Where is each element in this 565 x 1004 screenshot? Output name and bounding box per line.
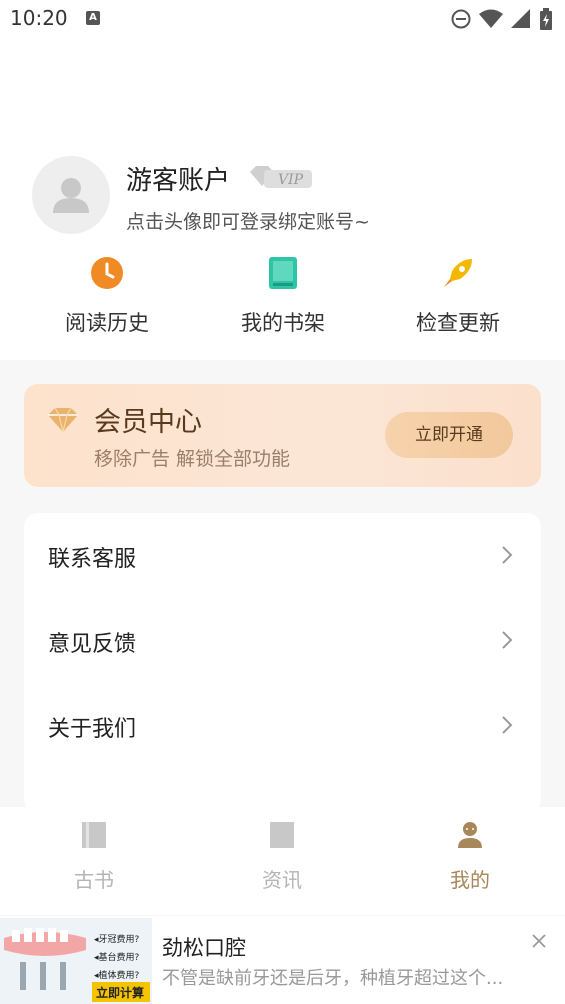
- activate-now-button[interactable]: 立即开通: [385, 412, 513, 458]
- rocket-icon: [440, 255, 476, 291]
- vip-label: VIP: [278, 172, 304, 188]
- status-time: 10:20: [10, 6, 68, 30]
- diamond-icon: [48, 407, 78, 433]
- menu-item-label: 意见反馈: [48, 632, 137, 657]
- chevron-right-icon: [502, 631, 513, 649]
- menu-item-contact-service[interactable]: 联系客服: [24, 513, 541, 598]
- ad-description[interactable]: 不管是缺前牙还是后牙，种植牙超过这个...: [162, 964, 532, 990]
- tab-label: 我的: [450, 868, 490, 892]
- chevron-right-icon: [502, 546, 513, 564]
- check-update-label: 检查更新: [416, 311, 500, 335]
- book-icon: [80, 820, 108, 850]
- ad-title[interactable]: 劲松口腔: [162, 932, 246, 962]
- tab-label: 古书: [74, 868, 114, 892]
- menu-item-feedback[interactable]: 意见反馈: [24, 598, 541, 683]
- bookshelf-label: 我的书架: [241, 311, 325, 335]
- vip-badge: VIP: [248, 164, 314, 190]
- chevron-right-icon: [502, 716, 513, 734]
- close-icon[interactable]: [530, 932, 548, 950]
- tab-news[interactable]: 资讯: [222, 820, 342, 893]
- news-icon: [268, 820, 296, 850]
- dnd-icon: [451, 9, 471, 29]
- tab-mine[interactable]: 我的: [410, 820, 530, 893]
- member-subtitle: 移除广告 解锁全部功能: [94, 448, 291, 470]
- user-avatar-icon: [53, 178, 89, 213]
- status-icons: [451, 8, 553, 30]
- reading-history-button[interactable]: 阅读历史: [17, 255, 197, 337]
- login-hint: 点击头像即可登录绑定账号~: [126, 211, 370, 233]
- reading-history-label: 阅读历史: [65, 311, 149, 335]
- menu-item-label: 关于我们: [48, 717, 137, 742]
- wifi-icon: [479, 9, 503, 28]
- menu-item-about-us[interactable]: 关于我们: [24, 683, 541, 768]
- ad-image[interactable]: ◂牙冠费用? ◂基台费用? ◂植体费用? 立即计算: [0, 918, 152, 1004]
- clock-icon: [89, 255, 125, 291]
- user-icon: [456, 820, 484, 850]
- tab-label: 资讯: [262, 868, 302, 892]
- notification-a-icon: A: [86, 11, 100, 25]
- ad-image-line: ◂牙冠费用?: [94, 933, 140, 945]
- username[interactable]: 游客账户: [126, 160, 230, 197]
- settings-menu: 联系客服 意见反馈 关于我们 设置: [24, 513, 541, 813]
- member-center-card[interactable]: 会员中心 移除广告 解锁全部功能 立即开通: [24, 384, 541, 487]
- signal-icon: [511, 9, 530, 28]
- ad-image-line: ◂植体费用?: [94, 969, 140, 981]
- member-title: 会员中心: [94, 407, 202, 438]
- menu-item-label: 联系客服: [48, 547, 137, 572]
- tab-ancient-books[interactable]: 古书: [34, 820, 154, 893]
- avatar[interactable]: [32, 156, 110, 234]
- book-icon: [265, 255, 301, 291]
- check-update-button[interactable]: 检查更新: [368, 255, 548, 337]
- ad-image-line: ◂基台费用?: [94, 951, 140, 963]
- ad-cta: 立即计算: [96, 985, 144, 1000]
- bookshelf-button[interactable]: 我的书架: [193, 255, 373, 337]
- battery-icon: [540, 8, 552, 30]
